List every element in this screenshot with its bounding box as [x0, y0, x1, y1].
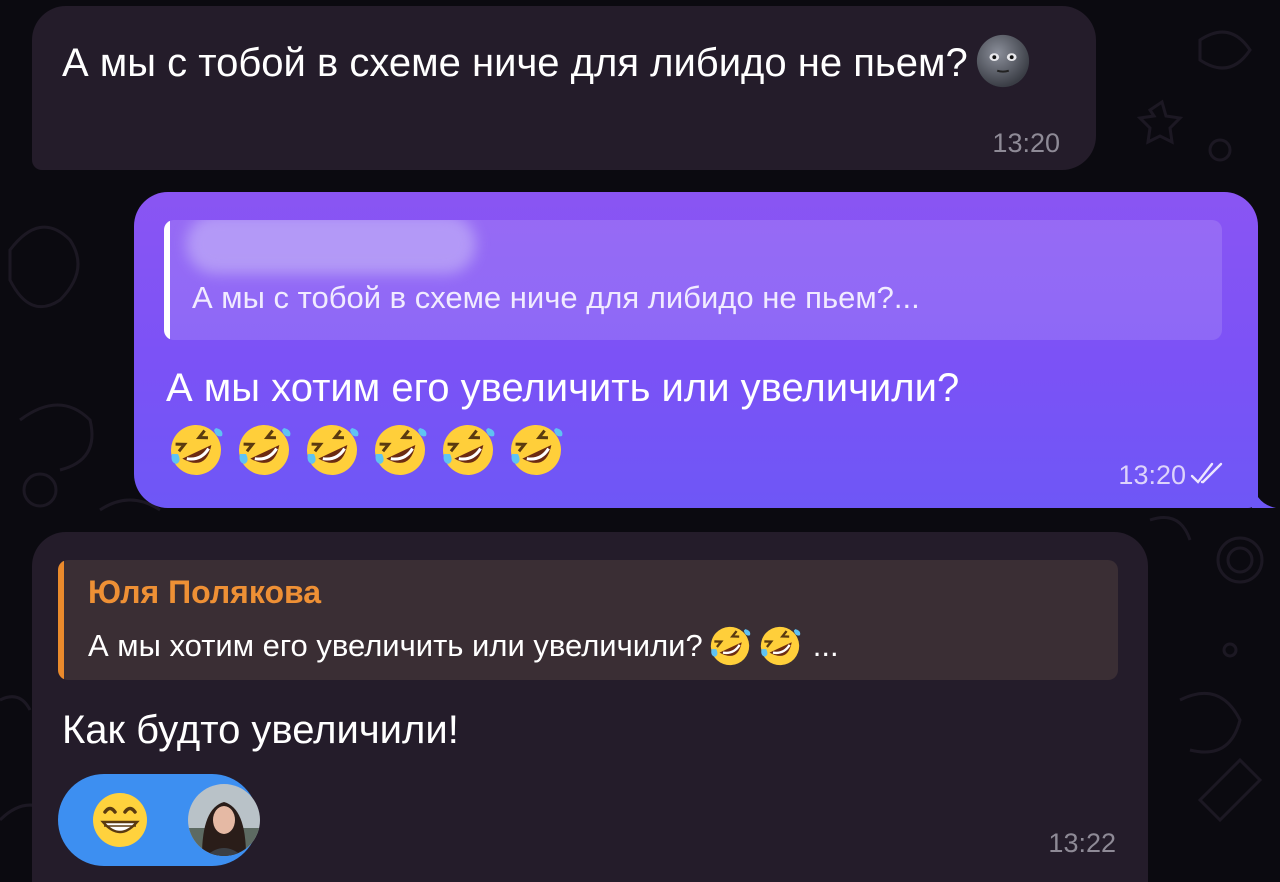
- reply-ellipsis: ...: [812, 628, 839, 663]
- rolling-laughing-emoji-icon: [511, 425, 563, 475]
- reply-accent-bar: [58, 560, 64, 680]
- message-time: 13:22: [1048, 828, 1116, 858]
- rolling-laughing-emoji-icon: [307, 425, 359, 475]
- rolling-laughing-emoji-icon: [760, 626, 800, 666]
- message-time: 13:20: [1118, 460, 1186, 490]
- rolling-laughing-emoji-icon: [171, 425, 223, 475]
- new-moon-face-emoji-icon: [976, 34, 1029, 88]
- incoming-message-1[interactable]: А мы с тобой в схеме ниче для либидо не …: [32, 6, 1096, 170]
- rolling-laughing-emoji-icon: [443, 425, 495, 475]
- reply-preview[interactable]: Юля Полякова А мы хотим его увеличить ил…: [58, 560, 1118, 680]
- rolling-laughing-emoji-icon: [710, 626, 750, 666]
- message-time: 13:20: [992, 128, 1060, 158]
- reply-quote-body: А мы хотим его увеличить или увеличили?: [88, 628, 703, 663]
- message-text: А мы хотим его увеличить или увеличили?: [166, 366, 960, 410]
- reply-preview[interactable]: А мы с тобой в схеме ниче для либидо не …: [164, 220, 1222, 340]
- reaction-chip[interactable]: [58, 774, 260, 866]
- rolling-laughing-emoji-icon: [375, 425, 427, 475]
- reply-author-name: Юля Полякова: [88, 574, 322, 610]
- reply-quote-text: А мы хотим его увеличить или увеличили?: [88, 622, 839, 670]
- emoji-row: [166, 420, 566, 480]
- message-text: А мы с тобой в схеме ниче для либидо не …: [62, 32, 1072, 91]
- rolling-laughing-emoji-icon: [239, 425, 291, 475]
- reply-quote-text: А мы с тобой в схеме ниче для либидо не …: [192, 280, 920, 315]
- message-text: Как будто увеличили!: [62, 708, 459, 752]
- outgoing-message[interactable]: А мы с тобой в схеме ниче для либидо не …: [134, 192, 1276, 508]
- beaming-face-emoji-icon: [93, 793, 147, 847]
- bubble-tail: [1252, 482, 1276, 508]
- incoming-message-2[interactable]: Юля Полякова А мы хотим его увеличить ил…: [32, 532, 1148, 882]
- double-check-read-icon: [1190, 462, 1223, 484]
- avatar-photo-icon: [188, 784, 260, 856]
- reactor-avatar[interactable]: [188, 784, 260, 856]
- reply-accent-bar: [164, 220, 170, 340]
- reply-author-blurred: [186, 220, 476, 274]
